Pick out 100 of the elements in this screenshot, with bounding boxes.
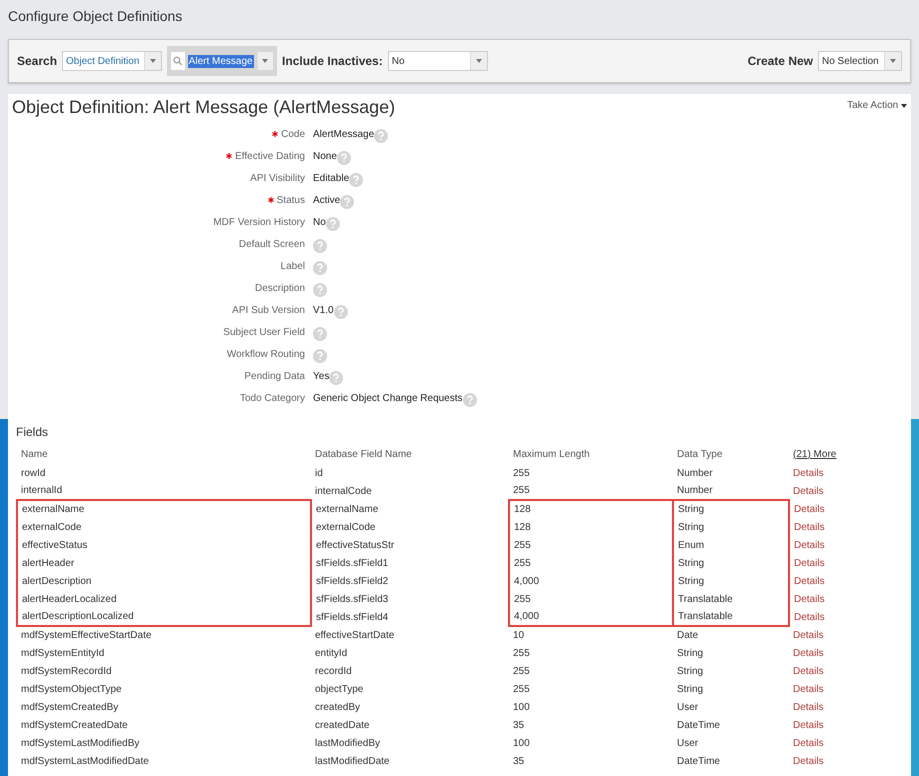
- table-cell-text: DateTime: [676, 718, 721, 732]
- table-cell-text: 255: [512, 466, 531, 480]
- details-link[interactable]: Details: [793, 630, 824, 640]
- property-label: API Visibility: [250, 172, 305, 186]
- details-link[interactable]: Details: [794, 558, 825, 568]
- help-icon[interactable]: [374, 129, 388, 143]
- table-cell: Translatable: [673, 608, 789, 626]
- table-cell: String: [673, 500, 789, 518]
- help-icon[interactable]: [336, 151, 351, 165]
- table-cell-text: 255: [512, 646, 531, 660]
- property-label: Default Screen: [238, 238, 305, 252]
- details-link[interactable]: Details: [793, 486, 824, 496]
- help-icon[interactable]: [334, 305, 348, 319]
- help-icon[interactable]: [329, 371, 344, 385]
- details-link[interactable]: Details: [794, 522, 825, 532]
- take-action-menu[interactable]: Take Action: [847, 97, 907, 118]
- details-link[interactable]: Details: [793, 702, 824, 712]
- table-cell: 255: [509, 536, 673, 554]
- table-cell-text: entityId: [314, 646, 348, 660]
- page-title: Configure Object Definitions: [7, 7, 184, 26]
- table-cell: alertDescriptionLocalized: [17, 608, 311, 626]
- table-cell-text: String: [676, 646, 704, 660]
- object-type-dropdown[interactable]: Object Definition: [62, 51, 162, 71]
- table-cell: 255: [509, 554, 673, 572]
- details-link[interactable]: Details: [794, 540, 825, 550]
- table-cell: effectiveStatus: [17, 536, 311, 554]
- table-cell-text: 35: [512, 718, 526, 732]
- fields-title: Fields: [16, 425, 50, 439]
- property-label: Status: [276, 194, 305, 208]
- property-value: V1.0: [313, 304, 334, 318]
- property-value: None: [313, 150, 337, 164]
- table-cell: String: [673, 572, 789, 590]
- help-icon[interactable]: [313, 349, 327, 363]
- table-cell-text: String: [676, 682, 704, 696]
- column-header: Name: [20, 448, 49, 462]
- help-icon[interactable]: [313, 239, 327, 253]
- table-cell-text: mdfSystemCreatedDate: [20, 718, 129, 732]
- property-label: Workflow Routing: [226, 348, 305, 362]
- details-link[interactable]: Details: [793, 720, 824, 730]
- table-cell: sfFields.sfField1: [311, 554, 509, 572]
- search-label: Search: [17, 54, 58, 68]
- table-cell: 255: [509, 590, 673, 608]
- property-label: Description: [254, 282, 305, 296]
- property-value: Yes: [313, 370, 330, 384]
- caret-icon: [890, 59, 896, 63]
- table-cell-text: mdfSystemObjectType: [20, 682, 123, 696]
- table-cell-text: recordId: [314, 664, 353, 678]
- help-icon[interactable]: [349, 173, 364, 187]
- table-cell: alertHeaderLocalized: [17, 590, 311, 608]
- caret-icon: [901, 104, 907, 108]
- include-inactives-dropdown[interactable]: No: [388, 51, 488, 71]
- table-cell: Date: [673, 626, 789, 644]
- help-icon[interactable]: [340, 195, 354, 209]
- property-value: Generic Object Change Requests: [313, 392, 463, 406]
- table-cell: effectiveStartDate: [311, 626, 509, 644]
- table-cell: 10: [509, 626, 673, 644]
- table-cell: internalCode: [311, 482, 509, 500]
- details-link[interactable]: Details: [794, 576, 825, 586]
- table-cell: externalCode: [311, 518, 509, 536]
- help-icon[interactable]: [326, 217, 340, 231]
- property-label: Subject User Field: [223, 326, 305, 340]
- table-cell: String: [673, 518, 789, 536]
- details-link[interactable]: Details: [793, 468, 824, 478]
- details-link[interactable]: Details: [794, 594, 825, 604]
- property-value: No: [313, 216, 326, 230]
- details-link[interactable]: Details: [794, 504, 825, 514]
- help-icon[interactable]: [462, 393, 477, 407]
- table-cell: 255: [509, 482, 673, 500]
- help-icon[interactable]: [313, 283, 327, 297]
- table-cell-text: 35: [512, 754, 526, 768]
- caret-icon: [150, 59, 156, 63]
- table-cell-text: Number: [676, 466, 714, 480]
- table-cell: 4,000: [509, 608, 673, 626]
- table-cell-text: DateTime: [676, 754, 721, 768]
- table-cell: Translatable: [673, 590, 789, 608]
- table-cell-text: String: [676, 664, 704, 678]
- details-link[interactable]: Details: [793, 756, 824, 766]
- property-label: Effective Dating: [235, 150, 305, 164]
- details-link[interactable]: Details: [793, 666, 824, 676]
- help-icon[interactable]: [313, 327, 327, 341]
- property-label: Code: [281, 128, 305, 142]
- more-link[interactable]: (21) More: [793, 448, 836, 460]
- table-cell: externalName: [17, 500, 311, 518]
- details-link[interactable]: Details: [793, 684, 824, 694]
- property-label: Pending Data: [244, 370, 305, 384]
- property-value: Active: [313, 194, 340, 208]
- table-cell-text: createdBy: [314, 700, 362, 714]
- table-cell-text: mdfSystemLastModifiedBy: [20, 736, 140, 750]
- help-icon[interactable]: [313, 261, 327, 275]
- property-value: Editable: [313, 172, 350, 186]
- table-cell-text: mdfSystemLastModifiedDate: [20, 754, 150, 768]
- table-cell-text: rowId: [20, 466, 46, 480]
- details-link[interactable]: Details: [793, 738, 824, 748]
- search-field[interactable]: Alert Message: [167, 46, 278, 76]
- create-new-dropdown[interactable]: No Selection: [818, 51, 902, 71]
- details-link[interactable]: Details: [793, 648, 824, 658]
- details-link[interactable]: Details: [794, 612, 825, 622]
- property-label: MDF Version History: [213, 216, 305, 230]
- caret-icon: [476, 59, 482, 63]
- required-icon: [268, 197, 274, 203]
